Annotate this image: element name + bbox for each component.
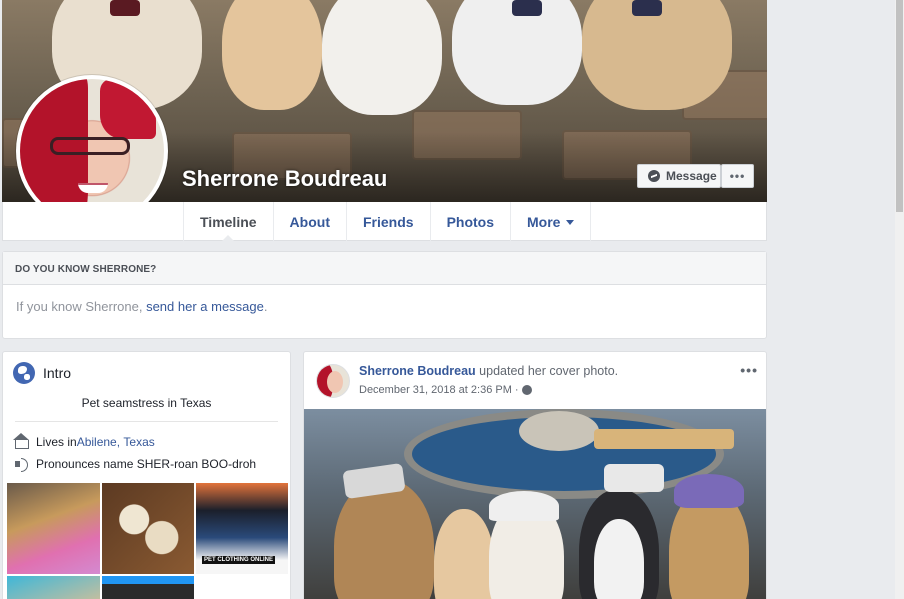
photo-thumbnail[interactable]	[102, 483, 194, 574]
intro-title: Intro	[43, 365, 72, 381]
state-link[interactable]: Texas	[123, 435, 154, 449]
do-you-know-heading: DO YOU KNOW SHERRONE?	[3, 252, 766, 285]
photo-thumbnail[interactable]	[102, 576, 194, 599]
do-you-know-card: DO YOU KNOW SHERRONE? If you know Sherro…	[2, 251, 767, 339]
profile-nav-bar: Timeline About Friends Photos More	[2, 202, 767, 242]
messenger-icon	[648, 170, 660, 182]
intro-bio: Pet seamstress in Texas	[81, 396, 212, 410]
avatar-glasses	[50, 137, 130, 155]
intro-header: Intro	[13, 362, 71, 384]
tab-label: More	[527, 213, 561, 230]
intro-card: Intro Pet seamstress in Texas Lives in A…	[2, 351, 291, 599]
tab-label: Photos	[446, 213, 495, 230]
avatar-smile	[78, 183, 108, 193]
photo-dog	[594, 519, 644, 599]
tab-more[interactable]: More	[510, 202, 592, 241]
home-icon	[13, 432, 29, 449]
globe-icon	[13, 362, 35, 384]
post-header: Sherrone Boudreau updated her cover phot…	[359, 364, 618, 378]
know-text: If you know Sherrone,	[16, 299, 147, 314]
cover-bowtie	[512, 0, 542, 16]
scrollbar-thumb[interactable]	[896, 0, 903, 212]
message-button[interactable]: Message	[637, 164, 721, 188]
photo-caption: PET CLOTHING ONLINE	[202, 556, 275, 564]
more-options-button[interactable]: •••	[721, 164, 754, 188]
party-tiara	[604, 464, 664, 492]
fountain-tier	[519, 411, 599, 451]
tab-label: Timeline	[200, 213, 257, 230]
tab-timeline[interactable]: Timeline	[183, 202, 273, 242]
post-timestamp-row: December 31, 2018 at 2:36 PM ·	[359, 384, 532, 396]
avatar-face	[327, 371, 343, 393]
message-button-label: Message	[666, 169, 717, 183]
send-message-link[interactable]: send her a message	[146, 299, 264, 314]
photo-thumbnail[interactable]: PET CLOTHING ONLINE	[196, 483, 288, 574]
lives-in-row: Lives in Abilene , Texas	[13, 432, 155, 449]
post-author-avatar[interactable]	[316, 364, 350, 398]
speaker-icon	[15, 457, 29, 472]
party-hat	[489, 491, 559, 521]
do-you-know-text: If you know Sherrone, send her a message…	[3, 285, 766, 328]
divider	[15, 421, 278, 422]
cover-dog	[582, 0, 732, 110]
know-text-end: .	[263, 299, 268, 314]
cover-bowtie	[110, 0, 140, 16]
post-action-text: updated her cover photo.	[475, 364, 619, 378]
city-link[interactable]: Abilene	[77, 435, 117, 449]
photo-thumbnail[interactable]	[7, 483, 100, 574]
tab-about[interactable]: About	[272, 202, 346, 241]
fountain-lights	[594, 429, 734, 449]
party-hat	[674, 474, 744, 508]
photo-thumbnail[interactable]	[7, 576, 100, 599]
post-timestamp[interactable]: December 31, 2018 at 2:36 PM	[359, 384, 512, 396]
comma-separator: ,	[116, 435, 124, 449]
cover-dog	[222, 0, 322, 110]
tab-label: About	[289, 213, 330, 230]
post-photo[interactable]	[304, 409, 766, 599]
profile-tabs: Timeline About Friends Photos More	[183, 202, 592, 242]
public-globe-icon[interactable]	[521, 385, 532, 395]
tab-photos[interactable]: Photos	[429, 202, 510, 241]
dot-separator: ·	[514, 384, 519, 396]
cover-bowtie	[632, 0, 662, 16]
tab-friends[interactable]: Friends	[345, 202, 430, 241]
page-scrollbar[interactable]	[895, 0, 904, 599]
post-author-link[interactable]: Sherrone Boudreau	[359, 364, 476, 378]
lives-in-label: Lives in	[36, 435, 77, 449]
post-options-button[interactable]: •••	[740, 362, 758, 378]
tab-label: Friends	[362, 213, 414, 230]
pronunciation-row: Pronounces name SHER-roan BOO-droh	[15, 457, 257, 472]
chevron-down-icon	[566, 220, 575, 225]
cover-dog	[322, 0, 442, 115]
pronunciation-text: Pronounces name SHER-roan BOO-droh	[36, 457, 257, 471]
timeline-post: Sherrone Boudreau updated her cover phot…	[303, 351, 767, 599]
profile-name[interactable]: Sherrone Boudreau	[182, 166, 387, 192]
photo-dog	[434, 509, 494, 599]
